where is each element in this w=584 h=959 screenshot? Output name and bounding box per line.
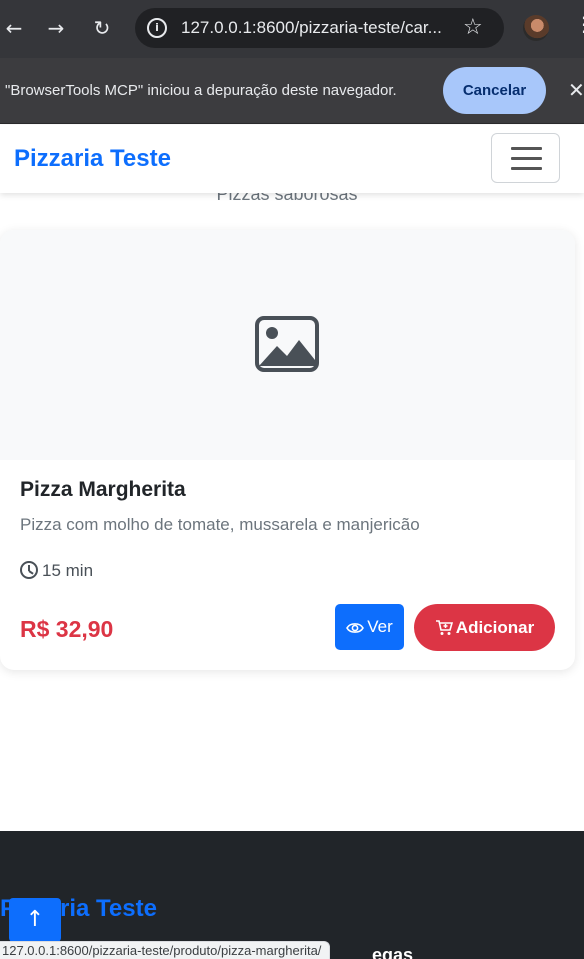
product-description: Pizza com molho de tomate, mussarela e m… bbox=[20, 515, 420, 534]
product-card: Pizza Margherita Pizza com molho de toma… bbox=[0, 230, 575, 670]
forward-arrow-icon[interactable]: → bbox=[42, 14, 70, 42]
site-navbar: Pizzaria Teste bbox=[0, 125, 584, 193]
back-to-top-button[interactable]: ↑ bbox=[9, 898, 61, 942]
address-url[interactable]: 127.0.0.1:8600/pizzaria-teste/car... bbox=[181, 18, 442, 38]
product-price: R$ 32,90 bbox=[20, 616, 114, 642]
add-to-cart-button[interactable]: Adicionar bbox=[414, 604, 555, 651]
hamburger-icon-line bbox=[511, 167, 542, 170]
add-to-cart-label: Adicionar bbox=[455, 618, 535, 637]
link-status-bar: 127.0.0.1:8600/pizzaria-teste/produto/pi… bbox=[0, 941, 331, 959]
prep-time: 15 min bbox=[20, 561, 93, 581]
product-name: Pizza Margherita bbox=[20, 478, 186, 501]
site-info-icon[interactable]: i bbox=[147, 18, 167, 38]
footer-heading-partial: egas bbox=[372, 945, 414, 959]
clock-icon bbox=[20, 561, 38, 579]
menu-kebab-icon[interactable]: ⋮ bbox=[574, 12, 584, 36]
cancel-debug-button[interactable]: Cancelar bbox=[443, 67, 546, 114]
debug-message: "BrowserTools MCP" iniciou a depuração d… bbox=[5, 82, 397, 99]
browser-toolbar: ← → ↻ i 127.0.0.1:8600/pizzaria-teste/ca… bbox=[0, 0, 584, 58]
prep-time-value: 15 min bbox=[42, 561, 94, 580]
navbar-toggler-button[interactable] bbox=[491, 133, 560, 183]
product-image-placeholder bbox=[0, 230, 575, 460]
image-icon bbox=[255, 316, 319, 372]
view-product-label: Ver bbox=[367, 617, 393, 636]
cart-plus-icon bbox=[435, 620, 453, 635]
view-product-button[interactable]: Ver bbox=[335, 604, 404, 650]
back-arrow-icon[interactable]: ← bbox=[0, 14, 28, 42]
hamburger-icon bbox=[511, 147, 542, 150]
reload-icon[interactable]: ↻ bbox=[88, 14, 116, 42]
hamburger-icon-line bbox=[511, 157, 542, 160]
debug-infobar: "BrowserTools MCP" iniciou a depuração d… bbox=[0, 58, 584, 124]
close-icon[interactable]: ✕ bbox=[568, 78, 584, 102]
arrow-up-icon: ↑ bbox=[25, 907, 45, 932]
site-footer: Pizzaria Teste egas bbox=[0, 831, 584, 959]
eye-icon bbox=[346, 623, 365, 633]
address-bar[interactable]: i 127.0.0.1:8600/pizzaria-teste/car... bbox=[135, 8, 504, 48]
bookmark-star-icon[interactable]: ☆ bbox=[463, 14, 483, 42]
navbar-brand[interactable]: Pizzaria Teste bbox=[14, 145, 171, 173]
profile-avatar[interactable] bbox=[523, 15, 549, 41]
